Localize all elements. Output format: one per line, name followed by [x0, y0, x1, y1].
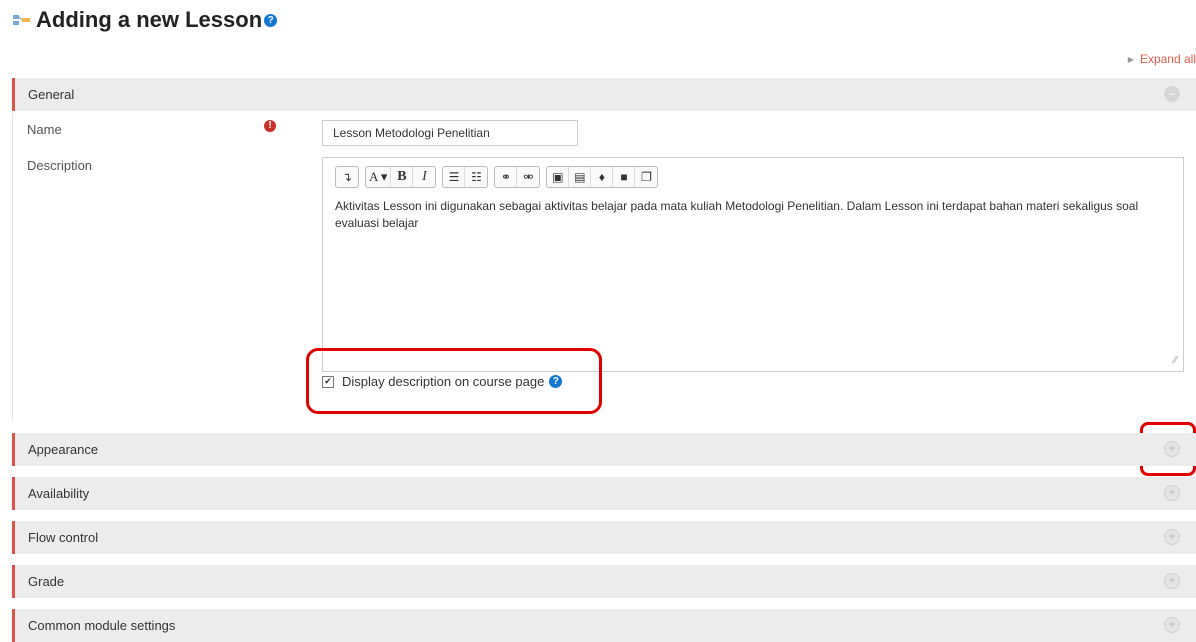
- name-input[interactable]: Lesson Metodologi Penelitian: [322, 120, 578, 146]
- page-title: Adding a new Lesson ?: [12, 6, 278, 34]
- media-icon[interactable]: ▤: [569, 167, 592, 187]
- audio-record-icon[interactable]: ♦: [591, 167, 614, 187]
- toolbar-group: ⚭ ⚮: [494, 166, 541, 188]
- expand-icon[interactable]: +: [1164, 617, 1180, 633]
- unlink-icon[interactable]: ⚮: [517, 167, 539, 187]
- section-label: Appearance: [28, 442, 99, 457]
- section-appearance-header[interactable]: Appearance +: [12, 433, 1196, 466]
- highlight-annotation: [306, 348, 602, 414]
- name-label: Name: [27, 122, 62, 137]
- expand-all-label: Expand all: [1139, 52, 1196, 66]
- unordered-list-icon[interactable]: ☰: [443, 167, 466, 187]
- expand-triangle-icon: ▶: [1127, 54, 1134, 64]
- toolbar-group: ↴: [335, 166, 359, 188]
- section-label: Common module settings: [28, 618, 176, 633]
- manage-files-icon[interactable]: ❐: [635, 167, 657, 187]
- section-common-module-settings-header[interactable]: Common module settings +: [12, 609, 1196, 642]
- section-label: General: [28, 87, 75, 102]
- link-icon[interactable]: ⚭: [495, 167, 518, 187]
- collapse-icon[interactable]: −: [1164, 86, 1180, 102]
- lesson-module-icon: [13, 15, 30, 25]
- description-text[interactable]: Aktivitas Lesson ini digunakan sebagai a…: [335, 198, 1165, 232]
- italic-icon[interactable]: I: [413, 167, 435, 187]
- section-availability-header[interactable]: Availability +: [12, 477, 1196, 510]
- toolbar-toggle-icon[interactable]: ↴: [336, 167, 358, 187]
- font-style-icon[interactable]: A ▾: [366, 167, 392, 187]
- toolbar-group: ☰ ☷: [442, 166, 489, 188]
- description-label: Description: [27, 158, 93, 173]
- expand-icon[interactable]: +: [1164, 485, 1180, 501]
- expand-icon[interactable]: +: [1164, 441, 1180, 457]
- editor-toolbar: ↴ A ▾ B I ☰ ☷ ⚭ ⚮ ▣ ▤ ♦ ■ ❐: [335, 166, 659, 188]
- page-title-text: Adding a new Lesson: [36, 7, 263, 32]
- expand-all-link[interactable]: ▶ Expand all: [1128, 52, 1196, 66]
- section-label: Flow control: [28, 530, 99, 545]
- expand-icon[interactable]: +: [1164, 529, 1180, 545]
- description-editor[interactable]: ↴ A ▾ B I ☰ ☷ ⚭ ⚮ ▣ ▤ ♦ ■ ❐ Aktivitas Le…: [322, 157, 1184, 372]
- resize-handle-icon[interactable]: ⁄⁄: [1174, 355, 1177, 366]
- image-icon[interactable]: ▣: [547, 167, 570, 187]
- toolbar-group: A ▾ B I: [365, 166, 437, 188]
- section-flow-control-header[interactable]: Flow control +: [12, 521, 1196, 554]
- ordered-list-icon[interactable]: ☷: [465, 167, 487, 187]
- required-icon: !: [264, 120, 276, 132]
- expand-icon[interactable]: +: [1164, 573, 1180, 589]
- section-general-header[interactable]: General −: [12, 78, 1196, 111]
- section-label: Grade: [28, 574, 65, 589]
- video-record-icon[interactable]: ■: [613, 167, 636, 187]
- section-label: Availability: [28, 486, 90, 501]
- toolbar-group: ▣ ▤ ♦ ■ ❐: [546, 166, 659, 188]
- help-icon[interactable]: ?: [264, 13, 278, 27]
- bold-icon[interactable]: B: [391, 167, 414, 187]
- section-grade-header[interactable]: Grade +: [12, 565, 1196, 598]
